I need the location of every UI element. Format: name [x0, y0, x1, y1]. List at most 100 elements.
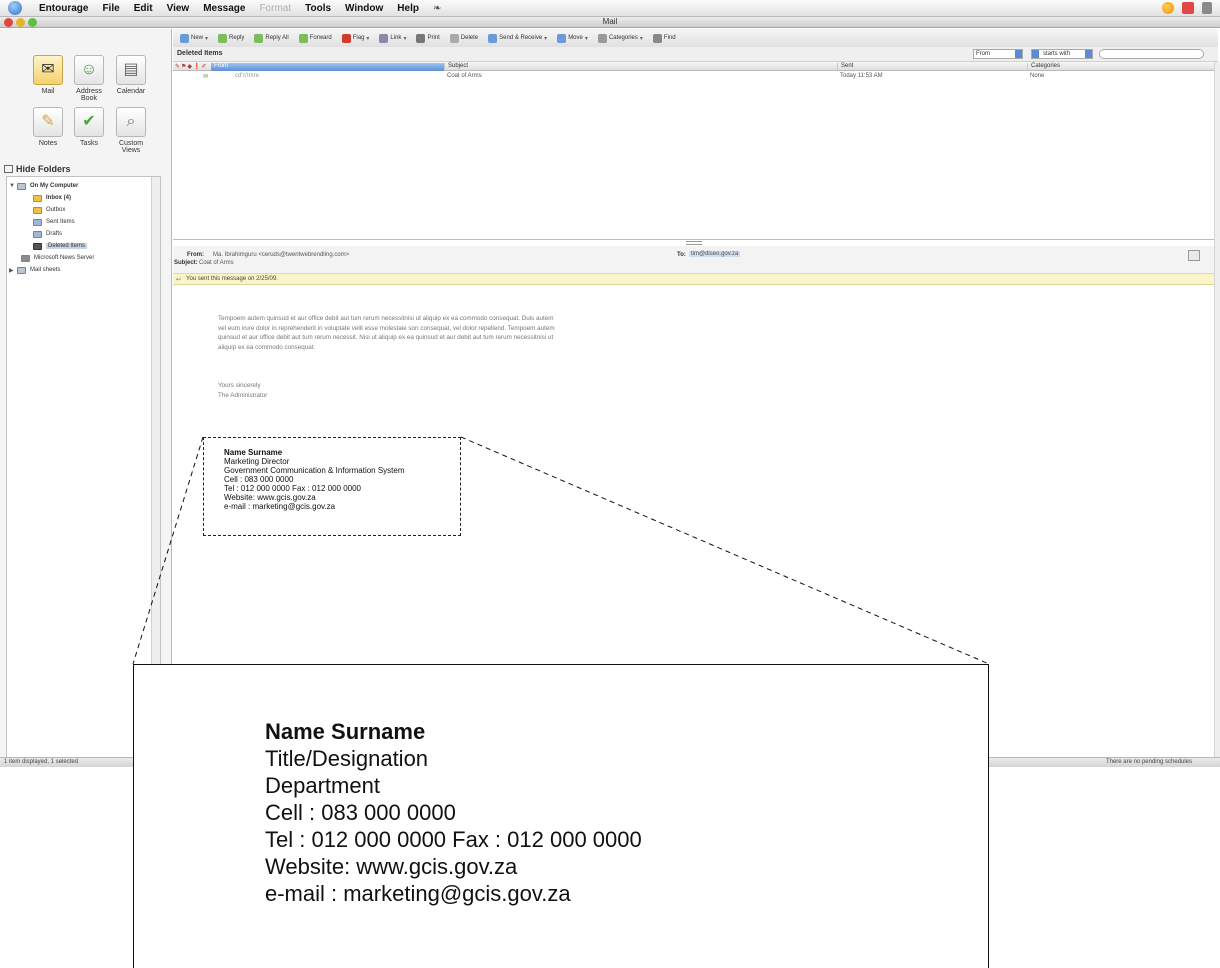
view-address-book-button[interactable]: ☺ Address Book: [69, 55, 109, 102]
reply-button[interactable]: Reply: [215, 33, 247, 44]
forward-button[interactable]: Forward: [296, 33, 335, 44]
move-button[interactable]: Move ▾: [554, 33, 591, 44]
reply-all-button[interactable]: Reply All: [251, 33, 291, 44]
chevron-down-icon[interactable]: ▾: [585, 35, 588, 42]
pane-splitter[interactable]: [686, 241, 702, 245]
menu-tools[interactable]: Tools: [298, 3, 338, 14]
view-address-book-label: Address Book: [76, 88, 102, 102]
window-title: Mail: [602, 17, 618, 26]
volume-icon[interactable]: [1202, 2, 1212, 14]
menu-app-name[interactable]: Entourage: [32, 3, 95, 14]
mail-sheets-icon: [17, 266, 26, 274]
hide-folders-label: Hide Folders: [16, 164, 71, 174]
folder-item-outbox[interactable]: Outbox: [33, 205, 65, 215]
sent-notice-text: You sent this message on 2/25/09.: [186, 276, 278, 282]
view-tasks-button[interactable]: ✔ Tasks: [69, 107, 109, 147]
toolbar-button-label: Send & Receive: [499, 35, 543, 41]
menu-window[interactable]: Window: [338, 3, 390, 14]
column-header-sent[interactable]: Sent: [837, 63, 1027, 71]
callout-title: Title/Designation: [265, 746, 429, 771]
delete-icon: [449, 33, 459, 43]
view-notes-label: Notes: [38, 140, 58, 147]
chevron-down-icon[interactable]: ▾: [403, 35, 406, 42]
message-subject: Coat of Arms: [447, 73, 482, 79]
flag-button[interactable]: Flag ▾: [339, 33, 373, 44]
news-server-icon: [21, 254, 30, 262]
filter-condition-select[interactable]: starts with: [1031, 49, 1093, 59]
from-value[interactable]: Ma. Ibrahimguru <ceruds@twentwebrendling…: [213, 252, 349, 258]
toolbar-button-label: Link: [390, 35, 402, 41]
body-line: quinsud et aur office debit aut tum reru…: [218, 334, 554, 341]
new-button[interactable]: New ▾: [177, 33, 211, 44]
chevron-down-icon[interactable]: ▾: [640, 35, 643, 42]
script-menu-icon[interactable]: ❧: [426, 3, 448, 14]
find-icon: [652, 33, 662, 43]
filter-field-select[interactable]: From: [973, 49, 1023, 59]
apple-menu-icon[interactable]: [8, 1, 22, 15]
hide-folders-toggle[interactable]: Hide Folders: [4, 164, 71, 174]
chevron-down-icon: [1085, 50, 1092, 58]
link-button[interactable]: Link ▾: [376, 33, 409, 44]
print-button[interactable]: Print: [413, 33, 442, 44]
menu-edit[interactable]: Edit: [127, 3, 160, 14]
signature-department: Government Communication & Information S…: [224, 466, 405, 475]
chevron-down-icon[interactable]: ▾: [205, 35, 208, 42]
column-header-categories[interactable]: Categories: [1027, 63, 1218, 71]
folder-item-news-server[interactable]: Microsoft News Server: [21, 253, 94, 263]
view-notes-button[interactable]: ✎ Notes: [28, 107, 68, 147]
toolbar-button-label: Reply: [229, 35, 245, 41]
toolbar: New ▾ Reply Reply All Forward Flag ▾ Link ▾ Print…: [173, 29, 1218, 47]
column-header-from[interactable]: From: [211, 63, 444, 71]
folder-item-mail-sheets[interactable]: ▶ Mail sheets: [9, 265, 60, 275]
menu-message[interactable]: Message: [196, 3, 252, 14]
view-custom-views-button[interactable]: ⌕ Custom Views: [111, 107, 151, 154]
message-row[interactable]: ✉ cd'n'Imre Coat of Arms Today 11:53 AM …: [173, 72, 1218, 81]
reply-status-icon: ↩: [176, 277, 182, 283]
toolbar-button-label: Flag: [352, 35, 365, 41]
folder-item-deleted-items[interactable]: Deleted Items: [33, 241, 88, 251]
body-paragraph: Tempoem autem quinsud et aur office debi…: [218, 314, 555, 352]
body-scrollbar[interactable]: [1214, 62, 1220, 762]
view-mail-button[interactable]: ✉ Mail: [28, 55, 68, 95]
flag-icon: [341, 33, 351, 43]
menu-format[interactable]: Format: [252, 3, 298, 14]
folder-item-drafts[interactable]: Drafts: [33, 229, 62, 239]
custom-views-icon: ⌕: [116, 107, 146, 137]
callout-email: e-mail : marketing@gcis.gov.za: [265, 881, 571, 906]
to-value[interactable]: tim@diseo.gov.za: [689, 251, 741, 257]
callout-cell: Cell : 083 000 0000: [265, 800, 456, 825]
column-header-subject[interactable]: Subject: [444, 63, 837, 71]
folder-item-on-my-computer[interactable]: ▼ On My Computer: [9, 181, 78, 191]
address-book-icon: ☺: [74, 55, 104, 85]
menu-file[interactable]: File: [95, 3, 126, 14]
current-folder-title: Deleted Items: [177, 50, 223, 57]
menu-help[interactable]: Help: [390, 3, 426, 14]
disclosure-triangle-icon[interactable]: ▶: [9, 267, 17, 274]
to-label: To:: [677, 252, 686, 258]
delete-button[interactable]: Delete: [447, 33, 481, 44]
chevron-down-icon[interactable]: ▾: [366, 35, 369, 42]
filter-search-input[interactable]: [1099, 49, 1204, 59]
tasks-icon: ✔: [74, 107, 104, 137]
disclosure-triangle-icon[interactable]: ▼: [9, 183, 17, 189]
toolbar-button-label: Categories: [608, 35, 638, 41]
menu-bar: Entourage File Edit View Message Format …: [0, 0, 1220, 17]
menu-view[interactable]: View: [160, 3, 197, 14]
window-title-bar: Mail: [0, 17, 1220, 28]
flag-input-icon[interactable]: [1182, 2, 1194, 14]
send-receive-button[interactable]: Send & Receive ▾: [485, 33, 550, 44]
status-icon[interactable]: [1162, 2, 1174, 14]
status-columns-icon[interactable]: ✎⚑◆❗✐: [175, 63, 208, 70]
folder-item-sent-items[interactable]: Sent Items: [33, 217, 75, 227]
view-calendar-label: Calendar: [116, 88, 146, 95]
chevron-down-icon[interactable]: ▾: [544, 35, 547, 42]
contact-card-icon[interactable]: [1188, 250, 1200, 261]
categories-button[interactable]: Categories ▾: [595, 33, 646, 44]
move-icon: [557, 33, 567, 43]
folder-item-inbox[interactable]: Inbox (4): [33, 193, 71, 203]
left-pane: ✉ Mail ☺ Address Book ▤ Calendar ✎ Notes…: [0, 29, 172, 766]
find-button[interactable]: Find: [650, 33, 679, 44]
view-calendar-button[interactable]: ▤ Calendar: [111, 55, 151, 95]
toolbar-button-label: Reply All: [265, 35, 289, 41]
trash-icon: [33, 242, 42, 250]
